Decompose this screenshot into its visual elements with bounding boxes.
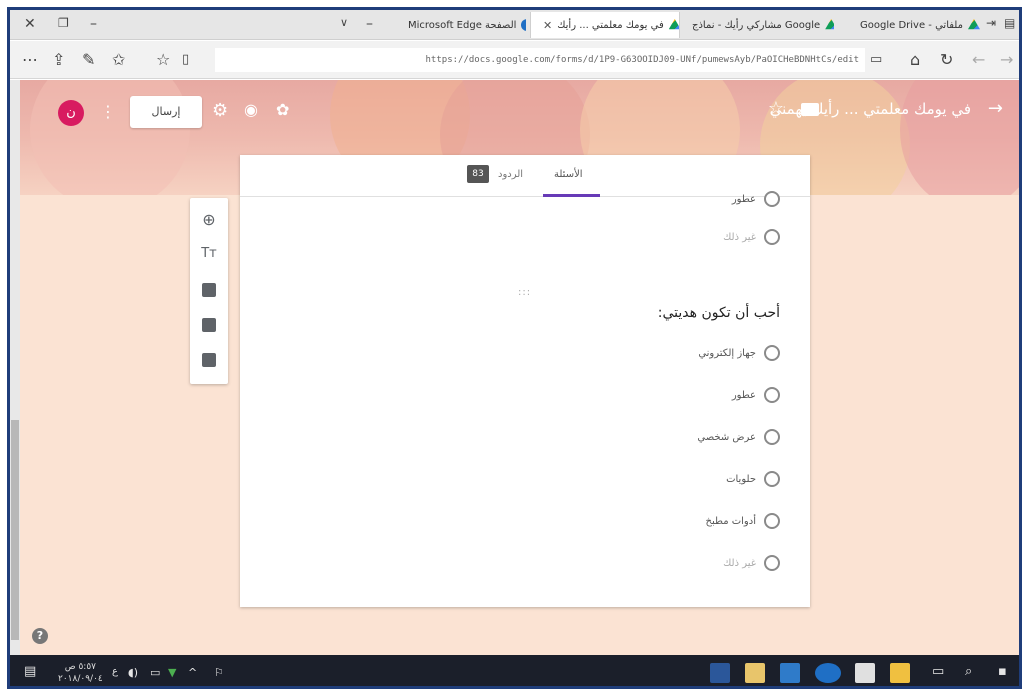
taskbar: ▤ ٥:٥٧ ص ٢٠١٨/٠٩/٠٤ ع ◖) ▭ ▼ ^ ⚐ ▭ ⌕ ▪ (10, 655, 1019, 686)
add-image-icon[interactable] (202, 283, 216, 297)
clock[interactable]: ٥:٥٧ ص ٢٠١٨/٠٩/٠٤ (58, 661, 103, 685)
share-icon[interactable]: ⇪ (52, 50, 65, 69)
pen-icon[interactable]: ✎ (82, 50, 95, 69)
show-tabs-icon[interactable]: ▤ (1004, 16, 1015, 30)
option-item[interactable]: حلويات (726, 471, 780, 487)
language-indicator[interactable]: ع (112, 666, 118, 677)
volume-icon[interactable]: ◖) (128, 666, 138, 679)
option-item-other[interactable]: غير ذلك (723, 555, 780, 571)
word-app-icon[interactable] (710, 663, 730, 683)
url-field[interactable]: https://docs.google.com/forms/d/1P9-G63O… (215, 48, 865, 72)
add-question-icon[interactable]: ⊕ (199, 210, 219, 230)
more-icon[interactable]: ⋯ (22, 50, 38, 69)
page-icon: ▭ (870, 52, 883, 67)
add-title-icon[interactable]: Tт (199, 244, 219, 264)
form-card: 83 الردود الأسئلة عطور غير ذلك ::: أحب أ… (240, 155, 810, 607)
preview-eye-icon[interactable]: ◉ (244, 100, 258, 119)
palette-icon[interactable]: ✿ (276, 100, 289, 119)
tab-minimize-icon[interactable]: – (366, 16, 373, 32)
active-tab-indicator (543, 194, 600, 197)
store-app-icon[interactable] (745, 663, 765, 683)
forms-icon (668, 19, 679, 30)
editor-tabs: 83 الردود الأسئلة (240, 155, 810, 197)
mail-app-icon[interactable] (855, 663, 875, 683)
back-icon[interactable]: ← (972, 50, 985, 69)
home-icon[interactable]: ⌂ (910, 50, 920, 69)
radio-button[interactable] (764, 229, 780, 245)
tab-responses[interactable]: الردود (498, 169, 523, 180)
people-icon[interactable]: ⚐ (214, 666, 224, 679)
drive-icon (967, 19, 980, 30)
tab-label: Microsoft Edge الصفحة (408, 19, 517, 31)
refresh-icon[interactable]: ↻ (940, 50, 953, 69)
option-item[interactable]: عطور (732, 387, 780, 403)
tab-list-chevron-icon[interactable]: ∨ (340, 16, 348, 29)
more-options-icon[interactable]: ⋮ (100, 102, 116, 121)
back-arrow-icon[interactable]: → (988, 98, 1003, 119)
prev-option[interactable]: عطور (732, 191, 780, 207)
scroll-thumb[interactable] (11, 420, 19, 640)
radio-button[interactable] (764, 555, 780, 571)
security-icon[interactable]: ▼ (168, 666, 176, 679)
edge-app-icon[interactable] (815, 663, 841, 683)
outlook-app-icon[interactable] (780, 663, 800, 683)
set-aside-tabs-icon[interactable]: ⇥ (986, 16, 996, 30)
radio-button[interactable] (764, 429, 780, 445)
search-icon[interactable]: ⌕ (965, 664, 972, 679)
radio-button[interactable] (764, 387, 780, 403)
forward-icon[interactable]: → (1000, 50, 1013, 69)
question-title[interactable]: أحب أن تكون هديتي: (658, 305, 780, 321)
help-icon[interactable]: ? (32, 628, 48, 644)
add-video-icon[interactable] (202, 318, 216, 332)
option-item[interactable]: أدوات مطبخ (706, 513, 780, 529)
edge-icon (521, 19, 526, 31)
radio-button[interactable] (764, 513, 780, 529)
send-button[interactable]: إرسال (130, 96, 202, 128)
tab-label: مشاركي رأيك - نماذج Google (692, 19, 821, 31)
clock-date: ٢٠١٨/٠٩/٠٤ (58, 674, 103, 684)
clock-time: ٥:٥٧ ص (64, 662, 97, 672)
explorer-app-icon[interactable] (890, 663, 910, 683)
add-section-icon[interactable] (202, 353, 216, 367)
start-icon[interactable]: ▪ (998, 664, 1007, 679)
radio-button[interactable] (764, 191, 780, 207)
show-hidden-icons[interactable]: ^ (188, 666, 197, 679)
floating-toolbar: ⊕ Tт (190, 198, 228, 384)
drag-handle-icon[interactable]: ::: (518, 287, 531, 298)
tab-edge-start[interactable]: Microsoft Edge الصفحة (400, 12, 526, 38)
response-count-badge: 83 (467, 165, 489, 183)
drive-icon (825, 19, 834, 30)
tab-form-edit[interactable]: ✕ في يومك معلمتي ... رأيك (530, 12, 680, 38)
close-tab-icon[interactable]: ✕ (543, 19, 552, 32)
tab-forms[interactable]: مشاركي رأيك - نماذج Google (684, 12, 834, 38)
close-window-icon[interactable]: ✕ (24, 16, 36, 32)
radio-button[interactable] (764, 471, 780, 487)
option-item[interactable]: جهاز إلكتروني (698, 345, 780, 361)
notifications-icon[interactable]: ▤ (24, 664, 36, 679)
scrollbar[interactable] (10, 80, 20, 655)
page-content: ن ⋮ إرسال ⚙ ◉ ✿ ☆ في يومك معلمتي ... رأي… (10, 80, 1019, 655)
radio-button[interactable] (764, 345, 780, 361)
avatar[interactable]: ن (58, 100, 84, 126)
tab-questions[interactable]: الأسئلة (554, 169, 583, 180)
address-toolbar: ⋯ ⇪ ✎ ✩ ☆ ▯ https://docs.google.com/form… (10, 41, 1019, 79)
network-icon[interactable]: ▭ (150, 666, 160, 679)
tab-strip: ✕ ❐ – ∨ – Microsoft Edge الصفحة ✕ في يوم… (10, 10, 1019, 40)
form-title[interactable]: في يومك معلمتي ... رأيك يهمني (770, 100, 971, 118)
favorites-hub-icon[interactable]: ✩ (112, 50, 125, 69)
tab-drive[interactable]: Google Drive - ملفاتي (852, 12, 982, 38)
tab-label: في يومك معلمتي ... رأيك (557, 19, 664, 31)
minimize-icon[interactable]: – (90, 16, 97, 32)
tab-label: Google Drive - ملفاتي (860, 19, 963, 31)
settings-gear-icon[interactable]: ⚙ (212, 100, 228, 121)
reading-view-icon[interactable]: ▯ (182, 52, 189, 67)
task-view-icon[interactable]: ▭ (932, 664, 944, 679)
window-frame: ✕ ❐ – ∨ – Microsoft Edge الصفحة ✕ في يوم… (7, 7, 1022, 689)
prev-option-other[interactable]: غير ذلك (723, 229, 780, 245)
restore-icon[interactable]: ❐ (58, 16, 69, 30)
option-item[interactable]: عرض شخصي (697, 429, 780, 445)
favorite-star-icon[interactable]: ☆ (156, 50, 170, 69)
